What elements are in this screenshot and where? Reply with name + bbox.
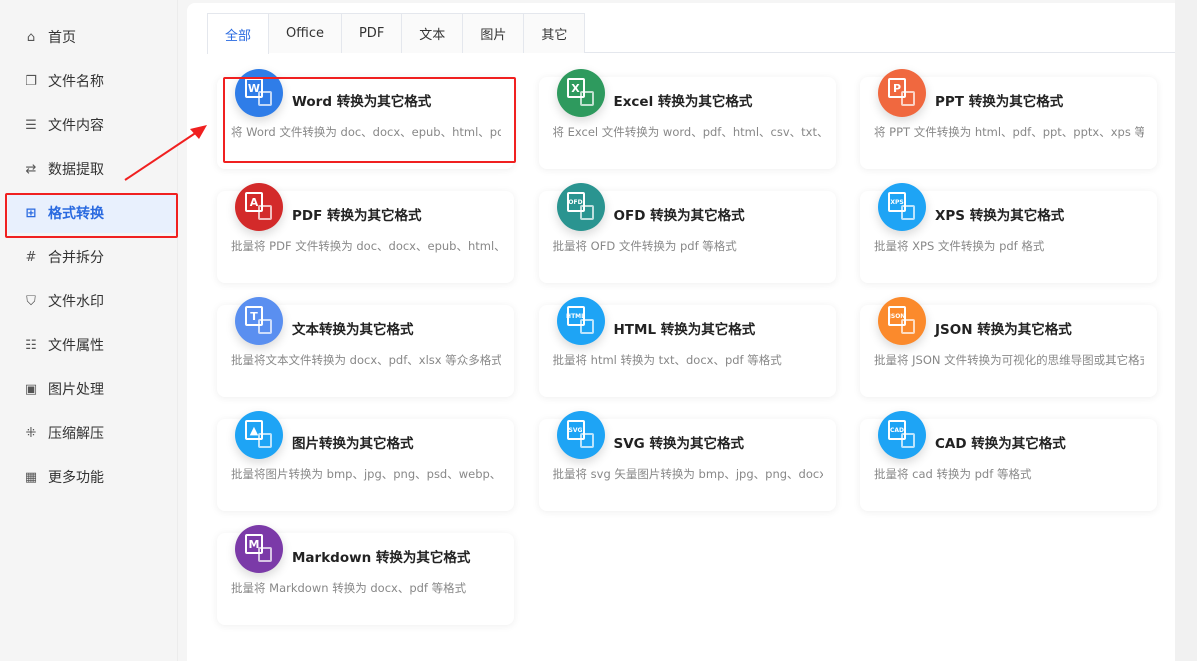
annotation-arrow	[124, 125, 207, 181]
